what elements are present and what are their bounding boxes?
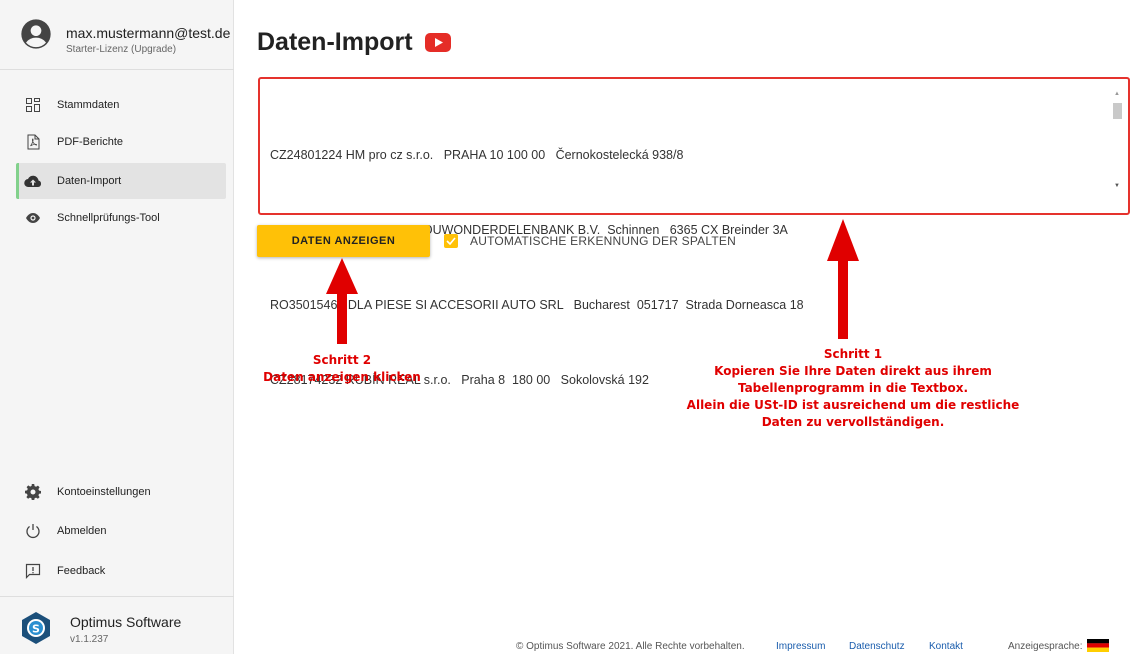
step1-arrow-icon [827, 219, 859, 339]
show-data-button[interactable]: DATEN ANZEIGEN [257, 225, 430, 257]
power-icon [24, 522, 42, 540]
sidebar-item-label: Stammdaten [57, 99, 120, 111]
step1-annotation: Schritt 1 Kopieren Sie Ihre Daten direkt… [660, 346, 1046, 431]
scroll-up-icon[interactable]: ▲ [1114, 91, 1120, 97]
auto-detect-checkbox-row[interactable]: AUTOMATISCHE ERKENNUNG DER SPALTEN [444, 234, 736, 248]
user-email: max.mustermann@test.de [66, 25, 231, 41]
auto-detect-checkbox[interactable] [444, 234, 458, 248]
app-version: v1.1.237 [70, 634, 109, 645]
sidebar-item-label: Schnellprüfungs-Tool [57, 212, 160, 224]
sidebar-item-label: Abmelden [57, 525, 107, 537]
step1-text-line: Daten zu vervollständigen. [761, 415, 945, 429]
sidebar-item-daten-import[interactable]: Daten-Import [16, 163, 226, 199]
sidebar-item-label: Kontoeinstellungen [57, 486, 151, 498]
step2-annotation: Schritt 2 Daten anzeigen klicken [254, 352, 430, 386]
step1-title: Schritt 1 [823, 347, 883, 361]
textarea-scrollbar[interactable]: ▲ ▼ [1113, 91, 1122, 189]
eye-icon [24, 209, 42, 227]
svg-text:S: S [32, 623, 40, 636]
feedback-icon [24, 562, 42, 580]
impressum-link[interactable]: Impressum [776, 641, 825, 652]
step1-text-line: Kopieren Sie Ihre Daten direkt aus ihrem [714, 364, 992, 378]
grid-icon [24, 96, 42, 114]
kontakt-link[interactable]: Kontakt [929, 641, 963, 652]
datenschutz-link[interactable]: Datenschutz [849, 641, 905, 652]
copyright-text: © Optimus Software 2021. Alle Rechte vor… [516, 641, 745, 652]
sidebar-item-schnellpruefungs-tool[interactable]: Schnellprüfungs-Tool [16, 200, 226, 236]
brand-name: Optimus Software [70, 614, 182, 630]
german-flag-icon[interactable] [1087, 639, 1109, 652]
sidebar: max.mustermann@test.de Starter-Lizenz (U… [0, 0, 234, 654]
step2-text: Daten anzeigen klicken [263, 370, 421, 384]
step1-text-line: Tabellenprogramm in die Textbox. [737, 381, 969, 395]
app-root: max.mustermann@test.de Starter-Lizenz (U… [0, 0, 1131, 654]
sidebar-item-stammdaten[interactable]: Stammdaten [16, 87, 226, 123]
gear-icon [24, 483, 42, 501]
step2-arrow-icon [326, 258, 358, 344]
sidebar-item-kontoeinstellungen[interactable]: Kontoeinstellungen [16, 474, 226, 510]
youtube-icon[interactable] [424, 33, 451, 52]
user-panel[interactable]: max.mustermann@test.de Starter-Lizenz (U… [0, 0, 234, 70]
sidebar-item-feedback[interactable]: Feedback [16, 553, 226, 589]
language-label: Anzeigesprache: [1008, 641, 1083, 652]
page-title: Daten-Import [257, 28, 451, 57]
sidebar-brand: S Optimus Software v1.1.237 [0, 596, 234, 654]
account-circle-icon [21, 19, 51, 49]
import-line: CZ24801224 HM pro cz s.r.o. PRAHA 10 100… [270, 148, 684, 162]
step2-title: Schritt 2 [312, 353, 372, 367]
license-info[interactable]: Starter-Lizenz (Upgrade) [66, 44, 176, 55]
cloud-upload-icon [24, 172, 42, 190]
auto-detect-label: AUTOMATISCHE ERKENNUNG DER SPALTEN [470, 234, 736, 248]
sidebar-item-label: Feedback [57, 565, 106, 577]
optimus-logo-icon: S [22, 612, 50, 644]
step1-text-line: Allein die USt-ID ist ausreichend um die… [686, 398, 1020, 412]
pdf-icon [24, 133, 42, 151]
sidebar-item-label: Daten-Import [57, 175, 122, 187]
sidebar-item-abmelden[interactable]: Abmelden [16, 513, 226, 549]
page-title-text: Daten-Import [257, 28, 413, 56]
import-textarea[interactable]: CZ24801224 HM pro cz s.r.o. PRAHA 10 100… [258, 77, 1130, 387]
sidebar-item-label: PDF-Berichte [57, 136, 124, 148]
sidebar-item-pdf-berichte[interactable]: PDF-Berichte [16, 124, 226, 160]
scroll-thumb[interactable] [1113, 103, 1122, 119]
scroll-down-icon[interactable]: ▼ [1114, 183, 1120, 189]
check-icon [446, 237, 456, 245]
